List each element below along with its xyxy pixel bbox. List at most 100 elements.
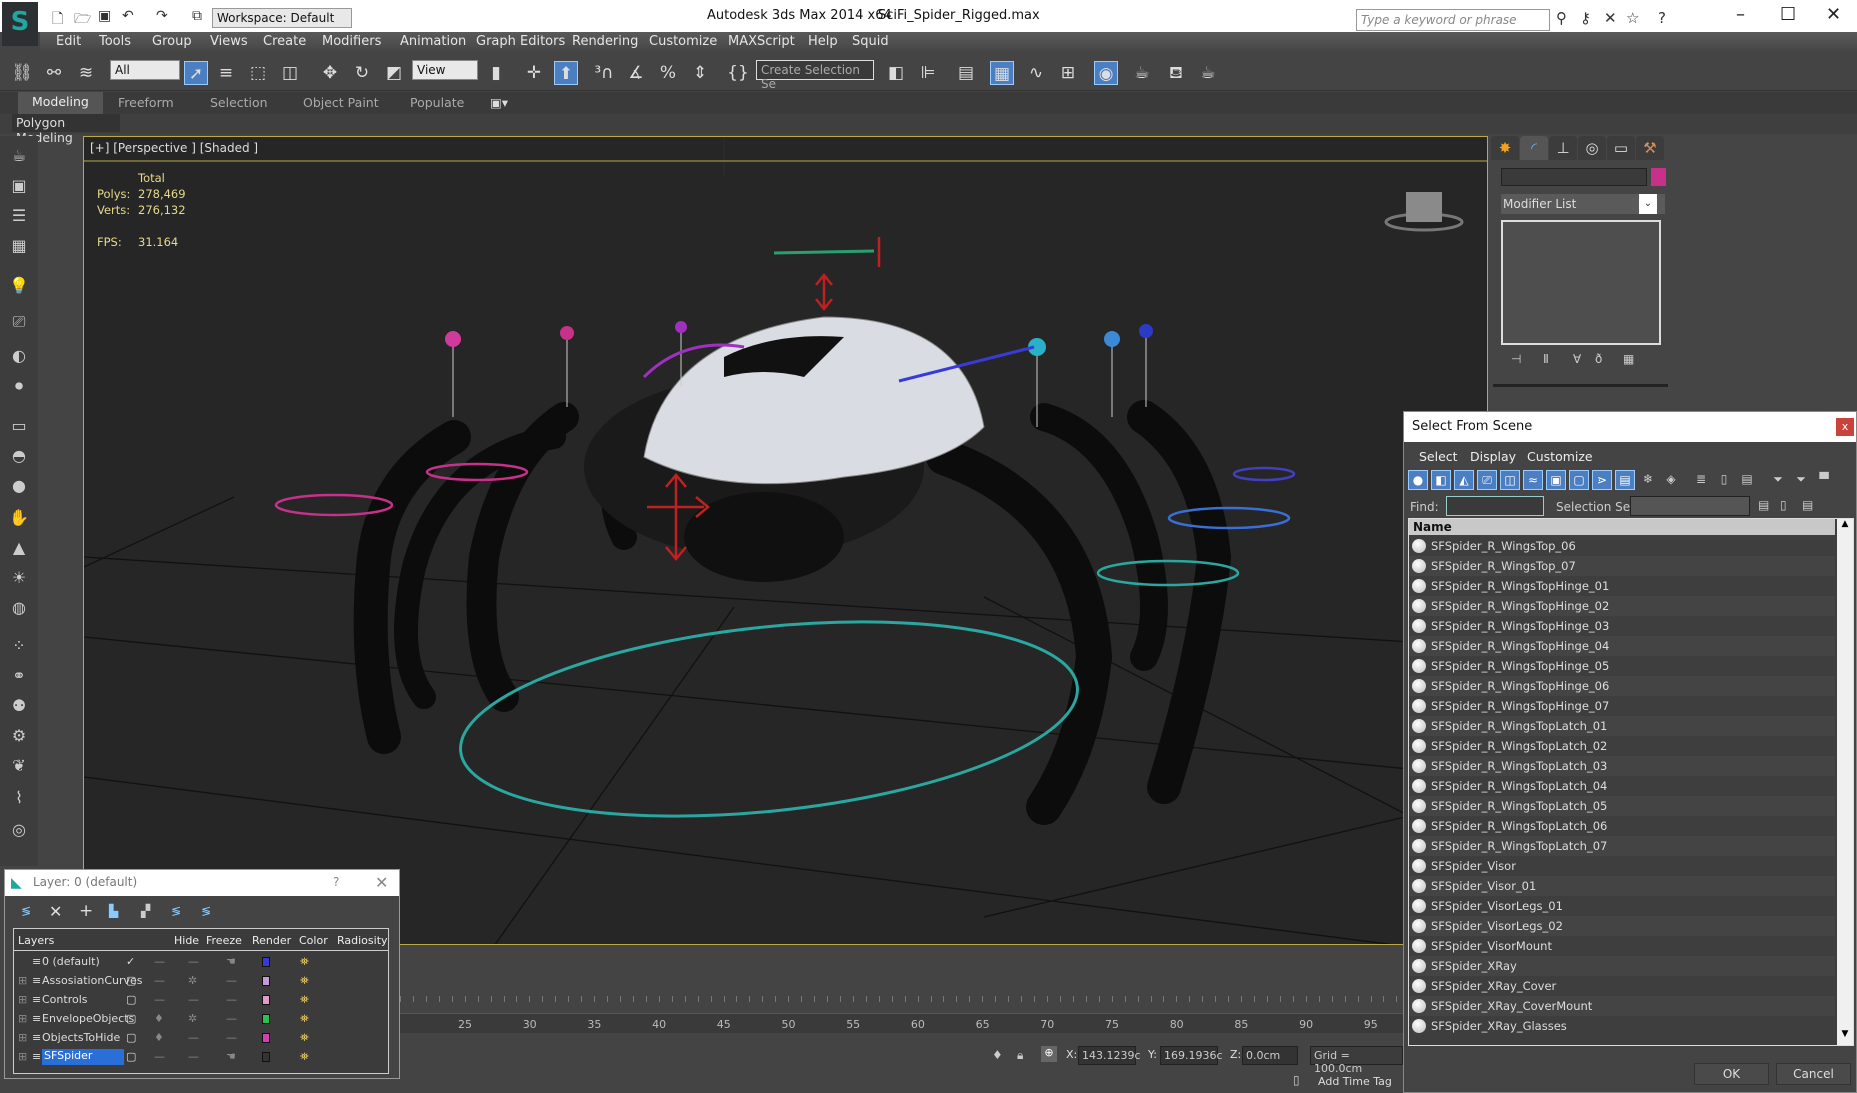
add-time-tag[interactable]: Add Time Tag <box>1318 1075 1392 1088</box>
list-item[interactable]: SFSpider_R_WingsTopHinge_02 <box>1409 596 1835 616</box>
layer-color-swatch[interactable] <box>262 976 270 986</box>
list-item[interactable]: SFSpider_R_WingsTopLatch_06 <box>1409 816 1835 836</box>
active-checkbox[interactable]: ▢ <box>126 1031 136 1044</box>
menu-graph-editors[interactable]: Graph Editors <box>476 34 565 49</box>
list-item[interactable]: SFSpider_R_WingsTopHinge_05 <box>1409 656 1835 676</box>
motion-tab-icon[interactable]: ◎ <box>1578 136 1606 160</box>
dome-icon[interactable]: ◓ <box>8 446 30 468</box>
object-name-input[interactable] <box>1501 168 1647 186</box>
viewport-label[interactable]: [+] [Perspective ] [Shaded ] <box>90 141 258 155</box>
pin-stack-icon[interactable]: ⊣ <box>1511 352 1521 366</box>
close-icon[interactable]: ✕ <box>375 873 388 892</box>
layer-name[interactable]: EnvelopeObjects <box>42 1012 134 1025</box>
tab-selection[interactable]: Selection <box>210 95 268 110</box>
chevron-down-icon[interactable]: ⌄ <box>1639 194 1657 214</box>
particles-icon[interactable]: ⁘ <box>8 636 30 658</box>
list-item[interactable]: SFSpider_XRay_CoverMount <box>1409 996 1835 1016</box>
list-item[interactable]: SFSpider_XRay <box>1409 956 1835 976</box>
sphere-icon[interactable]: ● <box>8 476 30 498</box>
hand-icon[interactable]: ✋ <box>8 508 30 530</box>
freeze-toggle[interactable]: ✲ <box>188 974 197 987</box>
col-render[interactable]: Render <box>252 934 291 947</box>
save-icon[interactable]: ▣ <box>98 8 111 24</box>
delete-layer-icon[interactable]: ✕ <box>49 902 62 921</box>
layer-color-swatch[interactable] <box>262 1033 270 1043</box>
cone-icon[interactable]: ▲ <box>8 538 30 560</box>
search-input[interactable]: Type a keyword or phrase <box>1356 9 1550 31</box>
tab-object-paint[interactable]: Object Paint <box>303 95 379 110</box>
col-color[interactable]: Color <box>299 934 328 947</box>
radiosity-icon[interactable]: ⛯ <box>300 1031 309 1045</box>
expand-icon[interactable]: ⊞ <box>18 1012 27 1025</box>
rect-selection-icon[interactable]: ⬚ <box>246 61 270 85</box>
menu-modifiers[interactable]: Modifiers <box>322 34 381 49</box>
tab-populate[interactable]: Populate <box>410 95 464 110</box>
scroll-down-icon[interactable]: ▼ <box>1837 1029 1853 1045</box>
schematic-view-icon[interactable]: ⊞ <box>1056 61 1080 85</box>
hide-toggle[interactable]: — <box>154 993 165 1006</box>
perspective-viewport[interactable]: [+] [Perspective ] [Shaded ] Total Polys… <box>83 136 1488 945</box>
menu-create[interactable]: Create <box>263 34 306 49</box>
list-item[interactable]: SFSpider_VisorLegs_01 <box>1409 896 1835 916</box>
light-icon[interactable]: 💡 <box>8 276 30 298</box>
menu-tools[interactable]: Tools <box>99 34 131 49</box>
biped-icon[interactable]: ⚉ <box>8 696 30 718</box>
list-icon[interactable]: ☰ <box>8 206 30 228</box>
layer-row[interactable]: ⊞ ≡ Controls ▢ — — — ⛯ <box>14 991 388 1010</box>
list-item[interactable]: SFSpider_R_WingsTopLatch_05 <box>1409 796 1835 816</box>
video-icon[interactable]: ⏺ <box>8 376 30 398</box>
render-toggle[interactable]: — <box>226 1031 237 1044</box>
rotate-icon[interactable]: ↻ <box>350 61 374 85</box>
selection-filter-dropdown[interactable]: All <box>110 60 180 80</box>
freeze-toggle[interactable]: — <box>188 955 199 968</box>
render-toggle[interactable]: — <box>226 993 237 1006</box>
y-coordinate-field[interactable]: 169.1936c <box>1160 1046 1223 1065</box>
spinner-snap-icon[interactable]: ⇕ <box>688 61 712 85</box>
filter-options-icon[interactable]: ⏷ <box>1791 470 1811 490</box>
list-item[interactable]: SFSpider_VisorLegs_02 <box>1409 916 1835 936</box>
edit-named-selection-icon[interactable]: {} <box>726 61 750 85</box>
radiosity-icon[interactable]: ⛯ <box>300 1050 309 1064</box>
menu-customize[interactable]: Customize <box>649 34 717 49</box>
remove-modifier-icon[interactable]: ð <box>1595 352 1602 366</box>
layer-row[interactable]: ⊞ ≡ ObjectsToHide ▢ ♦ — — ⛯ <box>14 1029 388 1048</box>
z-coordinate-field[interactable]: 0.0cm <box>1242 1046 1298 1065</box>
menu-views[interactable]: Views <box>210 34 248 49</box>
star-icon[interactable]: ☆ <box>1626 9 1639 27</box>
object-color-swatch[interactable] <box>1651 168 1666 186</box>
xrefs-filter-icon[interactable]: ▢ <box>1569 470 1589 490</box>
layer-name[interactable]: ObjectsToHide <box>42 1031 120 1044</box>
freeze-all-icon[interactable]: ≶ <box>201 904 211 918</box>
close-icon[interactable]: ✕ <box>1826 4 1841 25</box>
list-item[interactable]: SFSpider_R_WingsTopHinge_01 <box>1409 576 1835 596</box>
radiosity-icon[interactable]: ⛯ <box>300 993 309 1007</box>
name-column-header[interactable]: Name <box>1409 519 1835 535</box>
select-invert-icon[interactable]: ▤ <box>1802 498 1813 512</box>
utilities-tab-icon[interactable]: ⚒ <box>1636 136 1664 160</box>
select-object-icon[interactable]: ➚ <box>184 61 208 85</box>
layer-manager-icon[interactable]: ▤ <box>954 61 978 85</box>
teapot-icon[interactable]: ☕ <box>8 146 30 168</box>
list-item[interactable]: SFSpider_R_WingsTopHinge_06 <box>1409 676 1835 696</box>
window-crossing-icon[interactable]: ◫ <box>278 61 302 85</box>
hide-toggle[interactable]: ♦ <box>154 1031 164 1044</box>
geometry-filter-icon[interactable]: ● <box>1408 470 1428 490</box>
make-unique-icon[interactable]: ∀ <box>1573 352 1581 366</box>
grid-icon[interactable]: ▦ <box>8 236 30 258</box>
render-toggle[interactable]: ☚ <box>226 955 236 968</box>
active-checkbox[interactable]: ▢ <box>126 1012 136 1025</box>
mirror-icon[interactable]: ◧ <box>884 61 908 85</box>
satellite-icon[interactable]: ✕ <box>1604 9 1617 27</box>
active-check-icon[interactable]: ✓ <box>126 955 135 968</box>
list-item[interactable]: SFSpider_VisorMount <box>1409 936 1835 956</box>
layer-color-swatch[interactable] <box>262 957 270 967</box>
select-all-icon[interactable]: ▤ <box>1758 498 1769 512</box>
create-tab-icon[interactable]: ✸ <box>1491 136 1519 160</box>
list-item[interactable]: SFSpider_R_WingsTopLatch_02 <box>1409 736 1835 756</box>
spacewarps-filter-icon[interactable]: ≈ <box>1523 470 1543 490</box>
lights-filter-icon[interactable]: ◭ <box>1454 470 1474 490</box>
absolute-mode-icon[interactable]: ⊕ <box>1041 1046 1057 1062</box>
graphite-ribbon-icon[interactable]: ▦ <box>990 61 1014 85</box>
cancel-button[interactable]: Cancel <box>1776 1063 1851 1085</box>
render-toggle[interactable]: — <box>226 974 237 987</box>
